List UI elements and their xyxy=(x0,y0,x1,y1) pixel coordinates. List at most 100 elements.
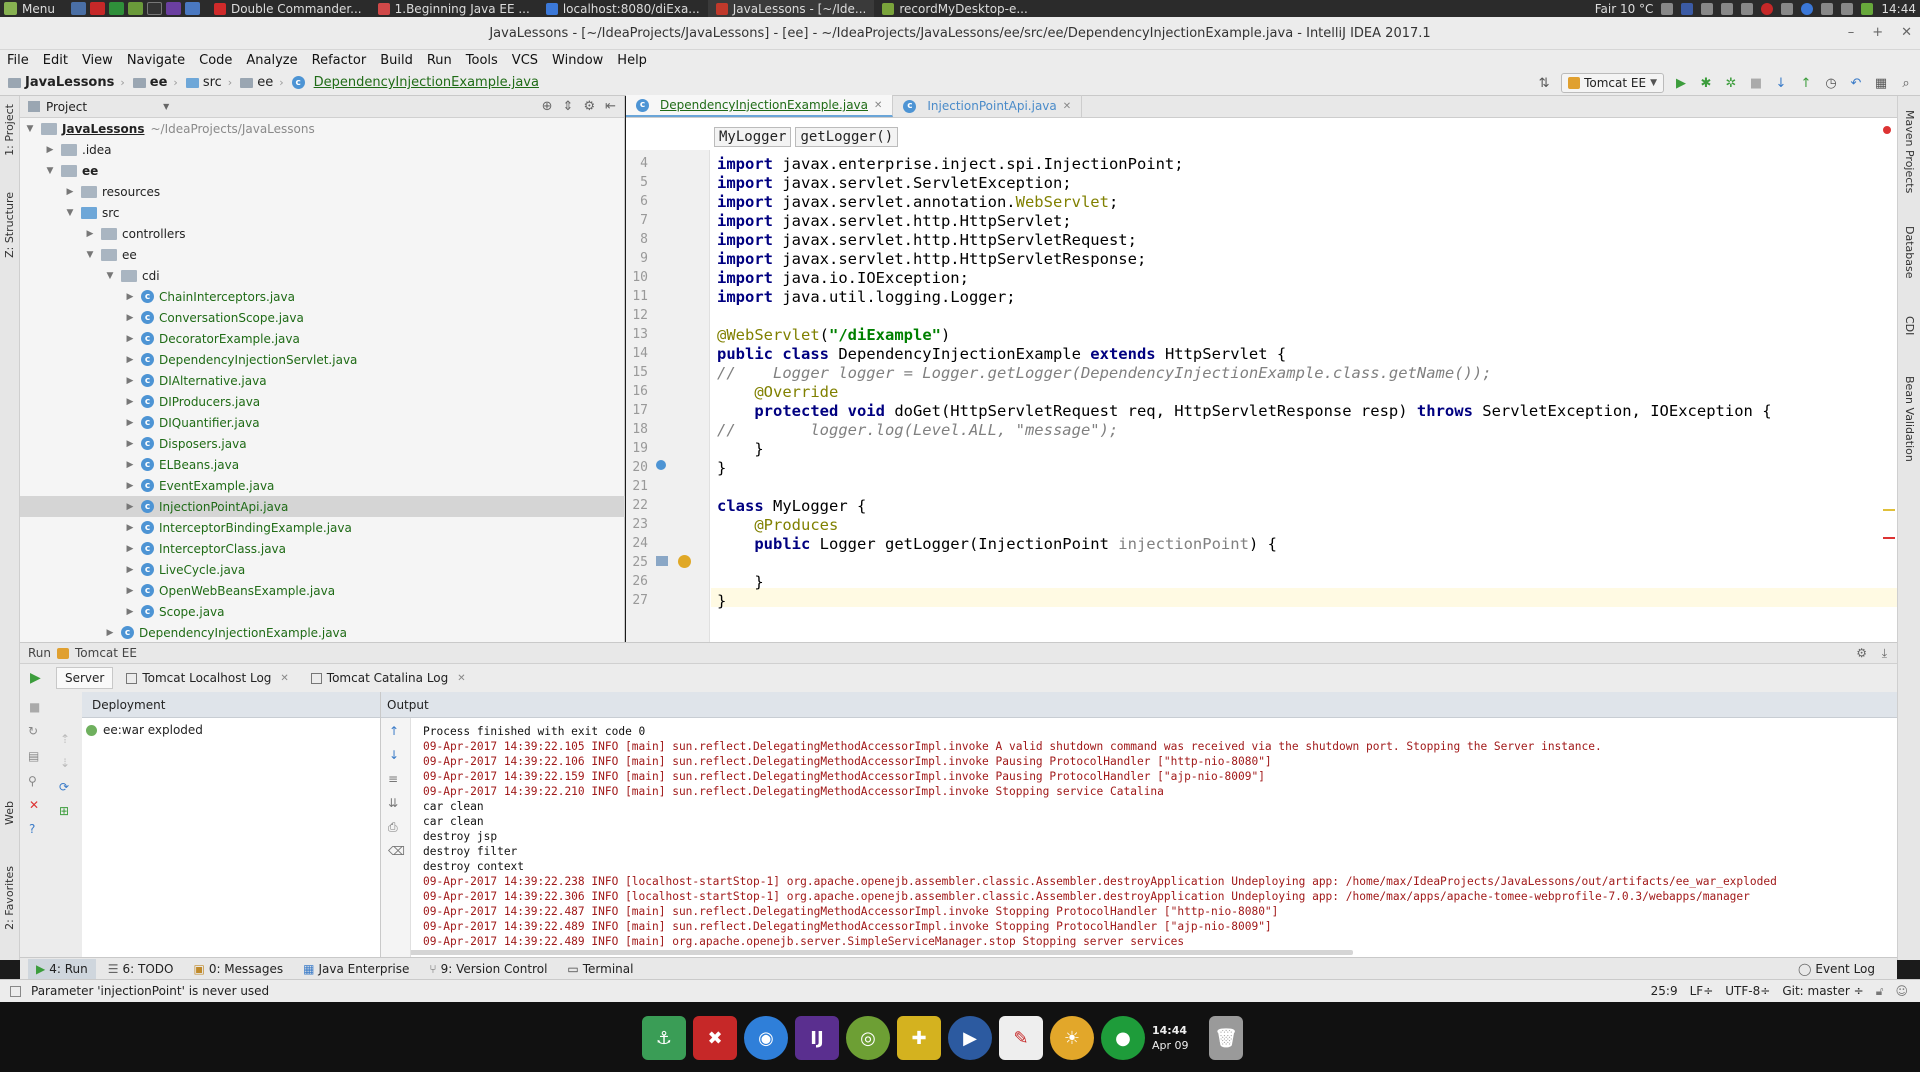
battery-level-icon[interactable] xyxy=(1861,2,1874,15)
tab-messages[interactable]: ▣ 0: Messages xyxy=(185,959,291,979)
tab-java-enterprise[interactable]: ▦ Java Enterprise xyxy=(295,959,417,979)
tree-item-ee-package[interactable]: ▼ ee xyxy=(20,244,625,265)
collapsed-arrow-icon[interactable]: ▶ xyxy=(125,523,135,533)
record-icon[interactable]: ● xyxy=(1101,1016,1145,1060)
collapse-icon[interactable]: ⇕ xyxy=(563,99,574,114)
tree-item-file[interactable]: ▶ c ChainInterceptors.java xyxy=(20,286,625,307)
revert-icon[interactable]: ↶ xyxy=(1848,75,1864,91)
collapsed-arrow-icon[interactable]: ▶ xyxy=(45,145,55,155)
shield-icon[interactable] xyxy=(1821,2,1834,15)
trash-icon[interactable]: ⌫ xyxy=(388,844,405,858)
task-browser[interactable]: localhost:8080/diExa... xyxy=(538,0,708,17)
tree-item-controllers[interactable]: ▶ controllers xyxy=(20,223,625,244)
stop-icon[interactable]: ■ xyxy=(29,700,40,714)
collapsed-arrow-icon[interactable]: ▶ xyxy=(125,544,135,554)
crumb-package[interactable]: ee xyxy=(232,75,279,90)
task-intellij[interactable]: JavaLessons - [~/Ide... xyxy=(707,0,875,17)
bluetooth-icon[interactable] xyxy=(1841,2,1854,15)
intellij-icon[interactable]: IJ xyxy=(795,1016,839,1060)
collapsed-arrow-icon[interactable]: ▶ xyxy=(125,313,135,323)
menu-build[interactable]: Build xyxy=(373,53,420,68)
expanded-arrow-icon[interactable]: ▼ xyxy=(65,208,75,218)
caret-position[interactable]: 25:9 xyxy=(1651,984,1678,999)
collapsed-arrow-icon[interactable]: ▶ xyxy=(105,628,115,638)
tab-run[interactable]: ▶ 4: Run xyxy=(28,958,96,979)
tree-item-idea[interactable]: ▶ .idea xyxy=(20,139,625,160)
close-tab-icon[interactable]: ✕ xyxy=(280,673,288,684)
warning-mark[interactable] xyxy=(1883,509,1895,511)
collapsed-arrow-icon[interactable]: ▶ xyxy=(125,376,135,386)
close-run-icon[interactable]: ✕ xyxy=(29,798,39,812)
tree-item-file[interactable]: ▶ c DecoratorExample.java xyxy=(20,328,625,349)
collapsed-arrow-icon[interactable]: ▶ xyxy=(125,586,135,596)
menu-view[interactable]: View xyxy=(75,53,120,68)
tool-database[interactable]: Database xyxy=(1903,226,1916,279)
media-player-icon[interactable]: ▶ xyxy=(948,1016,992,1060)
output-scrollbar[interactable] xyxy=(381,950,1353,955)
run-play-icon[interactable]: ▶ xyxy=(30,670,41,686)
scroll-end-icon[interactable]: ⇊ xyxy=(388,796,398,810)
chrome-tray-icon[interactable] xyxy=(1801,2,1814,15)
double-commander-launcher-icon[interactable] xyxy=(89,2,105,15)
deployment-item[interactable]: ee:war exploded xyxy=(82,718,380,737)
battery-icon[interactable] xyxy=(1741,2,1754,15)
tree-item-resources[interactable]: ▶ resources xyxy=(20,181,625,202)
tool-structure[interactable]: Z: Structure xyxy=(3,192,16,258)
menu-file[interactable]: File xyxy=(0,53,36,68)
crumb-module[interactable]: ee xyxy=(125,75,174,90)
build-icon[interactable]: ⇅ xyxy=(1536,75,1552,91)
layout-icon[interactable]: ▤ xyxy=(28,749,39,763)
chrome-icon[interactable]: ◉ xyxy=(744,1016,788,1060)
git-branch[interactable]: Git: master ÷ xyxy=(1782,984,1863,999)
tree-item-file[interactable]: ▶ c EventExample.java xyxy=(20,475,625,496)
tool-cdi[interactable]: CDI xyxy=(1903,316,1916,335)
hide-panel-icon[interactable]: ⤓ xyxy=(1882,646,1887,661)
user-icon[interactable] xyxy=(1661,2,1674,15)
close-tab-icon[interactable]: ✕ xyxy=(1063,101,1071,112)
tool-favorites[interactable]: 2: Favorites xyxy=(3,866,16,930)
coverage-icon[interactable]: ✲ xyxy=(1723,75,1739,91)
stop-icon[interactable]: ■ xyxy=(1748,75,1764,91)
menu-help[interactable]: Help xyxy=(610,53,654,68)
gear-icon[interactable]: ⚙ xyxy=(583,99,595,114)
menu-run[interactable]: Run xyxy=(420,53,459,68)
tree-item-file-selected[interactable]: ▶ c InjectionPointApi.java xyxy=(20,496,625,517)
tab-tomcat-localhost-log[interactable]: Tomcat Localhost Log ✕ xyxy=(117,667,297,689)
error-stripe-icon[interactable] xyxy=(1883,126,1891,134)
tree-item-file[interactable]: ▶ c DIQuantifier.java xyxy=(20,412,625,433)
network-icon[interactable] xyxy=(1781,2,1794,15)
crumb-method[interactable]: getLogger() xyxy=(795,127,899,147)
help-icon[interactable]: ? xyxy=(29,822,35,836)
print-icon[interactable]: ⎙ xyxy=(388,820,398,835)
menu-edit[interactable]: Edit xyxy=(36,53,75,68)
tab-tomcat-catalina-log[interactable]: Tomcat Catalina Log ✕ xyxy=(302,667,475,689)
status-toggle-icon[interactable] xyxy=(10,985,21,997)
volume-icon[interactable] xyxy=(1701,2,1714,15)
deploy-up-icon[interactable]: ⇡ xyxy=(60,732,70,746)
crumb-file[interactable]: c DependencyInjectionExample.java xyxy=(284,75,545,90)
tool-project[interactable]: 1: Project xyxy=(3,104,16,156)
crumb-src[interactable]: src xyxy=(178,75,228,90)
editor-gutter[interactable]: 4 5 6 7 8 9 10 11 12 13 14 15 16 17 18 1… xyxy=(626,150,710,642)
collapsed-arrow-icon[interactable]: ▶ xyxy=(125,565,135,575)
window-titlebar[interactable]: JavaLessons - [~/IdeaProjects/JavaLesson… xyxy=(0,17,1920,50)
menu-refactor[interactable]: Refactor xyxy=(305,53,374,68)
wifi-icon[interactable] xyxy=(1721,2,1734,15)
tree-item-file[interactable]: ▶ c DependencyInjectionServlet.java xyxy=(20,349,625,370)
expanded-arrow-icon[interactable]: ▼ xyxy=(85,250,95,260)
tool-bean-validation[interactable]: Bean Validation xyxy=(1903,376,1916,462)
debug-icon[interactable]: ✱ xyxy=(1698,75,1714,91)
tool-web[interactable]: Web xyxy=(3,801,16,825)
tree-item-file[interactable]: ▶ c InterceptorClass.java xyxy=(20,538,625,559)
scroll-down-icon[interactable]: ↓ xyxy=(389,748,399,762)
expanded-arrow-icon[interactable]: ▼ xyxy=(25,124,35,134)
search-icon[interactable]: ⌕ xyxy=(1898,75,1914,91)
terminal-launcher-icon[interactable] xyxy=(146,2,162,15)
system-menu-button[interactable]: Menu xyxy=(0,0,65,17)
soft-wrap-icon[interactable]: ≡ xyxy=(388,772,398,786)
collapsed-arrow-icon[interactable]: ▶ xyxy=(85,229,95,239)
project-view-select[interactable]: Project xyxy=(46,100,87,114)
run-icon[interactable]: ▶ xyxy=(1673,75,1689,91)
collapsed-arrow-icon[interactable]: ▶ xyxy=(125,481,135,491)
tree-item-ee-module[interactable]: ▼ ee xyxy=(20,160,625,181)
